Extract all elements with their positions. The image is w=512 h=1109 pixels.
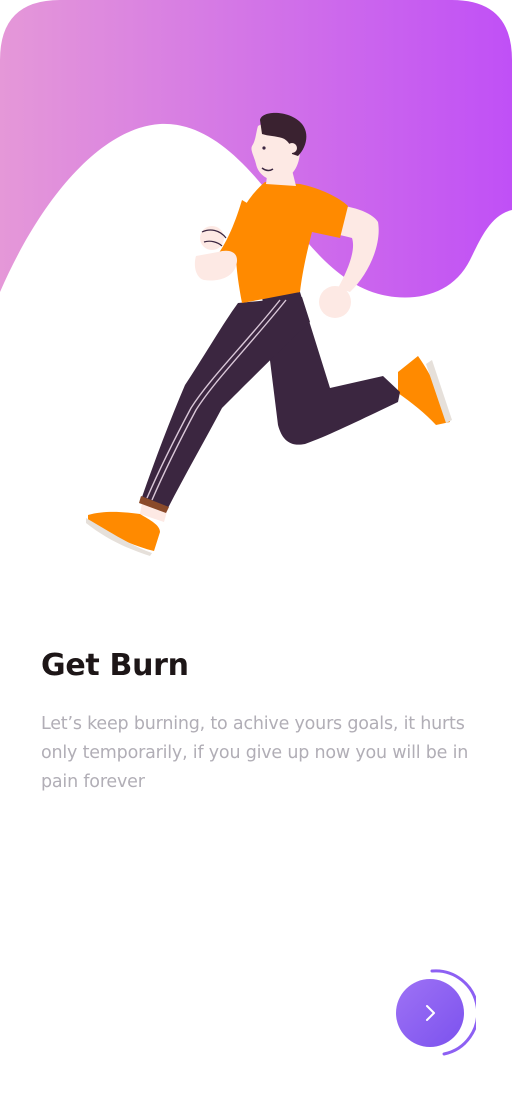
chevron-right-icon xyxy=(426,1005,435,1021)
page-description: Let’s keep burning, to achive yours goal… xyxy=(41,714,469,792)
back-shoe xyxy=(398,356,450,425)
hero-section xyxy=(0,0,512,600)
page-title: Get Burn xyxy=(41,648,189,683)
next-button-group xyxy=(388,969,476,1057)
next-button[interactable] xyxy=(396,979,464,1047)
running-man-illustration xyxy=(0,0,512,556)
